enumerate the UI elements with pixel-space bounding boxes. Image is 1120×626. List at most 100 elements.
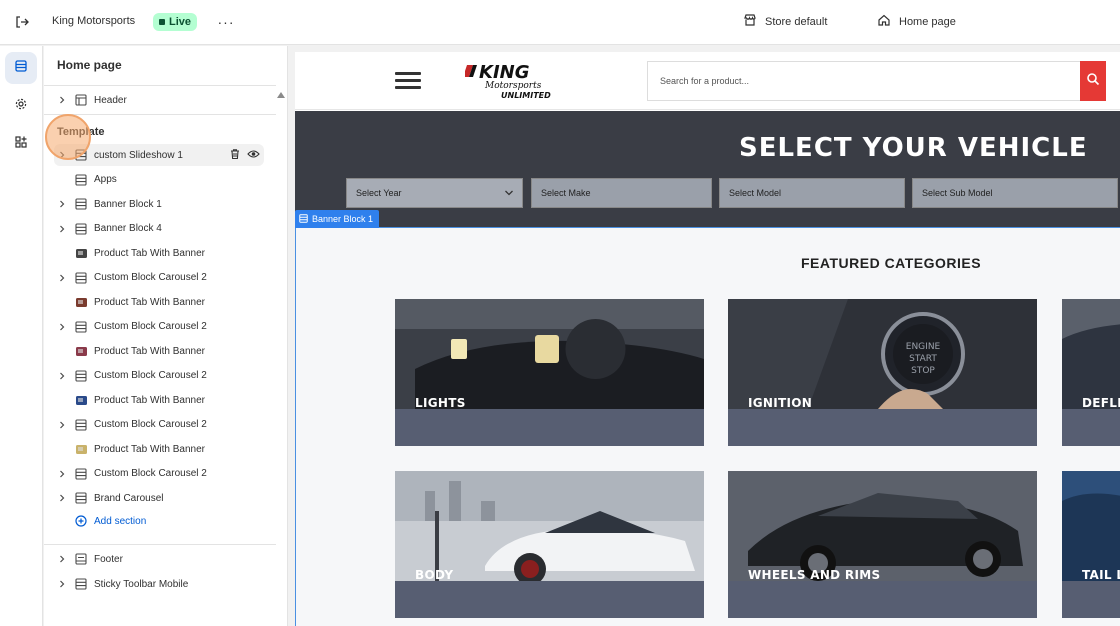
chevron-right-icon[interactable] [54, 368, 70, 384]
chevron-right-icon[interactable] [54, 319, 70, 335]
gear-icon [14, 97, 28, 116]
search-button[interactable] [1080, 61, 1106, 101]
theme-selector[interactable]: Store default [743, 13, 827, 30]
template-section-item[interactable]: Product Tab With Banner [54, 242, 270, 264]
select-label: Select Year [356, 188, 402, 198]
thumbnail-icon [74, 295, 88, 309]
footer-section-icon [74, 552, 88, 566]
more-actions-button[interactable]: ··· [216, 12, 236, 32]
thumbnail-icon [74, 246, 88, 260]
chevron-right-icon[interactable] [54, 221, 70, 237]
header-section-icon [74, 93, 88, 107]
page-selector[interactable]: Home page [877, 13, 956, 30]
chevron-right-icon[interactable] [54, 270, 70, 286]
sections-tab[interactable] [5, 52, 37, 84]
template-section-item[interactable]: Product Tab With Banner [54, 438, 270, 460]
king-motorsports-logo[interactable]: KING Motorsports UNLIMITED [465, 61, 591, 101]
live-badge-label: Live [169, 16, 192, 28]
section-icon [74, 197, 88, 211]
template-section-item[interactable]: Product Tab With Banner [54, 291, 270, 313]
row-actions [229, 148, 264, 163]
chevron-right-icon[interactable] [54, 417, 70, 433]
template-section-item[interactable]: Custom Block Carousel 2 [54, 267, 270, 289]
sidebar-item-footer[interactable]: Footer [54, 548, 270, 570]
vehicle-selector: SELECT YOUR VEHICLE Select Year Select M… [295, 111, 1120, 227]
section-icon [74, 369, 88, 383]
template-section-label: Apps [94, 174, 117, 185]
chevron-right-icon[interactable] [54, 466, 70, 482]
top-bar: King Motorsports Live ··· Store default … [0, 0, 1120, 45]
search-input[interactable]: Search for a product... [648, 76, 749, 86]
section-icon [74, 467, 88, 481]
template-section-item[interactable]: Custom Block Carousel 2 [54, 365, 270, 387]
sidebar-item-label: Header [94, 94, 127, 106]
apps-icon [14, 135, 28, 154]
template-section-item[interactable]: Banner Block 4 [54, 218, 270, 240]
svg-text:Motorsports: Motorsports [484, 81, 542, 91]
site-header: KING Motorsports UNLIMITED Search for a … [295, 52, 1120, 110]
template-section-label: Product Tab With Banner [94, 296, 205, 308]
chevron-right-icon[interactable] [54, 551, 70, 567]
click-indicator [45, 114, 91, 160]
chevron-right-icon[interactable] [54, 576, 70, 592]
delete-icon[interactable] [229, 148, 241, 163]
sidebar-item-label: Footer [94, 553, 123, 565]
sidebar-item-header[interactable]: Header [54, 89, 270, 111]
selected-block-tag[interactable]: Banner Block 1 [295, 210, 380, 228]
template-section-item[interactable]: Product Tab With Banner [54, 340, 270, 362]
template-section-label: Custom Block Carousel 2 [94, 419, 207, 430]
chevron-right-icon[interactable] [54, 490, 70, 506]
svg-text:UNLIMITED: UNLIMITED [501, 91, 551, 100]
section-icon [74, 491, 88, 505]
live-dot-icon [159, 19, 165, 25]
live-badge: Live [153, 13, 198, 31]
exit-icon[interactable] [12, 12, 32, 32]
select-make[interactable]: Select Make [531, 178, 712, 208]
store-preview: KING Motorsports UNLIMITED Search for a … [289, 46, 1120, 626]
template-section-label: Banner Block 1 [94, 198, 162, 210]
select-sub-model[interactable]: Select Sub Model [912, 178, 1118, 208]
sidebar-item-sticky-toolbar[interactable]: Sticky Toolbar Mobile [54, 573, 270, 595]
template-section-label: Custom Block Carousel 2 [94, 370, 207, 381]
template-section-item[interactable]: Custom Block Carousel 2 [54, 414, 270, 436]
scroll-up-icon[interactable] [276, 90, 286, 100]
sections-icon [14, 59, 28, 78]
chevron-right-icon[interactable] [54, 196, 70, 212]
select-label: Select Make [541, 188, 591, 198]
thumbnail-icon [74, 344, 88, 358]
template-section-item[interactable]: Brand Carousel [54, 487, 270, 509]
template-section-label: Custom Block Carousel 2 [94, 468, 207, 479]
svg-text:KING: KING [479, 62, 529, 83]
template-section-item[interactable]: Banner Block 1 [54, 193, 270, 215]
chevron-right-icon[interactable] [54, 92, 70, 108]
eye-icon[interactable] [247, 148, 260, 163]
chevron-down-icon [505, 190, 513, 196]
selected-block-outline [295, 227, 1120, 626]
sidebar-item-label: Sticky Toolbar Mobile [94, 578, 189, 590]
theme-settings-tab[interactable] [5, 90, 37, 122]
template-section-item[interactable]: Custom Block Carousel 2 [54, 463, 270, 485]
divider [44, 114, 276, 115]
template-section-item[interactable]: Product Tab With Banner [54, 389, 270, 411]
template-section-item[interactable]: Custom Block Carousel 2 [54, 316, 270, 338]
store-name: King Motorsports [52, 15, 136, 27]
template-section-label: Brand Carousel [94, 492, 164, 504]
thumbnail-icon [74, 442, 88, 456]
section-icon [74, 320, 88, 334]
template-section-label: Product Tab With Banner [94, 345, 205, 357]
select-label: Select Sub Model [922, 188, 993, 198]
select-model[interactable]: Select Model [719, 178, 905, 208]
menu-icon[interactable] [395, 72, 421, 90]
section-icon [74, 173, 88, 187]
template-section-label: custom Slideshow 1 [94, 149, 183, 161]
block-tag-label: Banner Block 1 [312, 214, 374, 224]
search-icon [1086, 72, 1100, 91]
preview-frame: KING Motorsports UNLIMITED Search for a … [295, 52, 1120, 626]
add-section-button[interactable]: Add section [54, 510, 270, 532]
apps-tab[interactable] [5, 128, 37, 160]
template-section-item[interactable]: Apps [54, 169, 270, 191]
select-year[interactable]: Select Year [346, 178, 523, 208]
plus-circle-icon [74, 514, 88, 528]
template-section-label: Custom Block Carousel 2 [94, 272, 207, 283]
product-search[interactable]: Search for a product... [647, 61, 1106, 101]
